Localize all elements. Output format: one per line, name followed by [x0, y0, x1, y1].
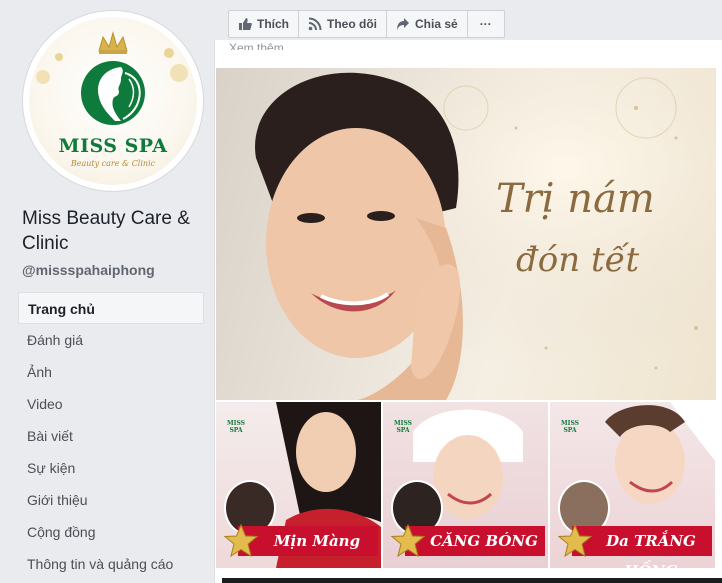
nav-item-events[interactable]: Sự kiện	[18, 452, 204, 484]
more-dots-icon: ···	[479, 17, 492, 31]
nav-item-videos[interactable]: Video	[18, 388, 204, 420]
nav-item-posts[interactable]: Bài viết	[18, 420, 204, 452]
rss-icon	[308, 17, 322, 31]
thumbnail-banner: CĂNG BÓNG	[405, 526, 545, 556]
page-handle[interactable]: @missspahaiphong	[22, 262, 155, 278]
nav-item-community[interactable]: Cộng đồng	[18, 516, 204, 548]
follow-label: Theo dõi	[327, 17, 377, 31]
share-label: Chia sẻ	[415, 17, 458, 31]
share-arrow-icon	[397, 18, 409, 30]
like-button[interactable]: Thích	[229, 11, 299, 37]
star-icon	[558, 524, 592, 558]
thumbs-up-icon	[239, 18, 252, 30]
logo-title: MISS SPA	[58, 135, 168, 157]
hero-headline-2: đón tết	[516, 240, 640, 280]
page-avatar[interactable]: MISS SPA Beauty care & Clinic	[22, 10, 204, 192]
post-hero-image[interactable]: Trị nám đón tết	[216, 68, 716, 400]
hero-headline-1: Trị nám	[496, 176, 655, 222]
see-more-link[interactable]: Xem thêm	[229, 40, 284, 50]
follow-button[interactable]: Theo dõi	[299, 11, 387, 37]
thumbnail-logo: MISS SPA	[561, 420, 579, 434]
star-icon	[391, 524, 425, 558]
page-title[interactable]: Miss Beauty Care & Clinic	[22, 206, 210, 256]
nav-item-info-ads[interactable]: Thông tin và quảng cáo	[18, 548, 204, 580]
post-thumbnails: MISS SPA Mịn Màng MISS SPA CĂNG BÓNG MIS…	[216, 402, 716, 568]
nav-item-home[interactable]: Trang chủ	[18, 292, 204, 324]
thumbnail-2[interactable]: MISS SPA CĂNG BÓNG	[383, 402, 548, 568]
like-label: Thích	[257, 17, 289, 31]
thumbnail-banner: Da TRẮNG HỒNG	[572, 526, 712, 568]
nav-item-photos[interactable]: Ảnh	[18, 356, 204, 388]
page-actions-bar: Thích Theo dõi Chia sẻ ···	[228, 10, 505, 38]
thumbnail-logo: MISS SPA	[394, 420, 412, 434]
more-options-button[interactable]: ···	[468, 11, 504, 37]
thumbnail-3[interactable]: MISS SPA Da TRẮNG HỒNG	[550, 402, 715, 568]
logo-subtitle: Beauty care & Clinic	[70, 159, 156, 168]
avatar-logo: MISS SPA Beauty care & Clinic	[29, 17, 197, 185]
nav-item-reviews[interactable]: Đánh giá	[18, 324, 204, 356]
thumbnail-banner: Mịn Màng	[238, 526, 378, 556]
thumbnail-logo: MISS SPA	[227, 420, 245, 434]
thumbnail-1[interactable]: MISS SPA Mịn Màng	[216, 402, 381, 568]
page-sidebar: MISS SPA Beauty care & Clinic Miss Beaut…	[0, 0, 212, 583]
nav-item-about[interactable]: Giới thiệu	[18, 484, 204, 516]
share-button[interactable]: Chia sẻ	[387, 11, 468, 37]
video-strip	[222, 578, 722, 583]
star-icon	[224, 524, 258, 558]
page-nav: Trang chủ Đánh giá Ảnh Video Bài viết Sự…	[18, 292, 204, 580]
post-card: Xem thêm Trị nám đón tết MISS SPA Mịn Mà…	[214, 40, 722, 583]
hero-artwork	[216, 68, 716, 400]
